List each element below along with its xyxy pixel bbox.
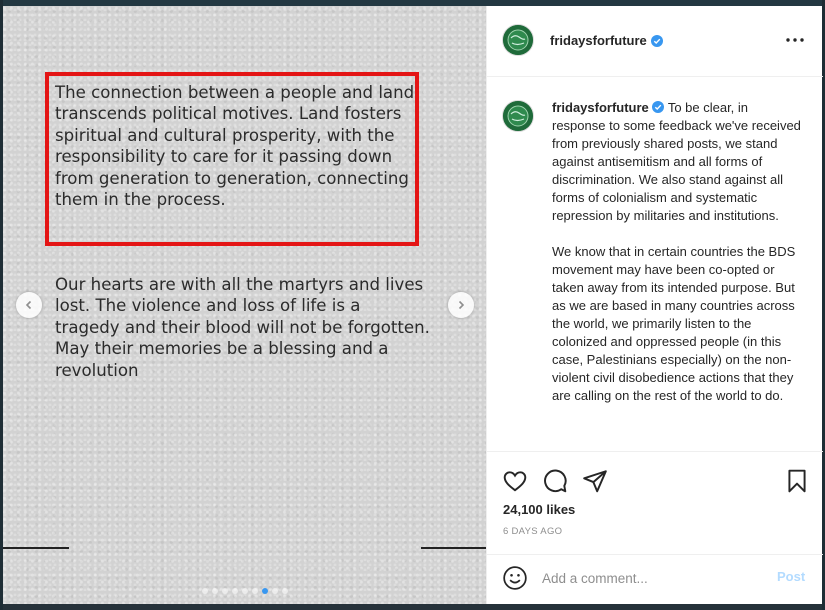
save-button[interactable] bbox=[784, 468, 810, 494]
heart-icon bbox=[503, 471, 527, 492]
caption-paragraph-2: We know that in certain countries the BD… bbox=[552, 244, 796, 403]
comment-input[interactable] bbox=[542, 566, 762, 590]
likes-count[interactable]: 24,100 likes bbox=[503, 502, 575, 517]
post-sidebar: fridaysforfuture fridaysforfuture To be … bbox=[486, 6, 823, 604]
caption-text: fridaysforfuture To be clear, in respons… bbox=[552, 99, 802, 405]
avatar[interactable] bbox=[502, 24, 534, 56]
caption-area: fridaysforfuture To be clear, in respons… bbox=[487, 77, 823, 451]
avatar[interactable] bbox=[502, 100, 534, 132]
more-dots-icon bbox=[786, 38, 804, 42]
backdrop-bottom bbox=[0, 604, 825, 610]
emoji-button[interactable] bbox=[502, 565, 528, 591]
like-button[interactable] bbox=[502, 468, 528, 494]
divider bbox=[487, 554, 823, 555]
bookmark-icon bbox=[788, 469, 806, 493]
chevron-left-icon bbox=[25, 300, 32, 310]
carousel-dot bbox=[261, 588, 268, 594]
slide-paragraph-1: The connection between a people and land… bbox=[55, 83, 415, 210]
post-image: The connection between a people and land… bbox=[3, 6, 486, 604]
post-timestamp[interactable]: 6 DAYS AGO bbox=[503, 526, 562, 537]
caption-username[interactable]: fridaysforfuture bbox=[552, 100, 649, 115]
chevron-right-icon bbox=[458, 300, 465, 310]
carousel-dot bbox=[231, 588, 238, 594]
comment-icon bbox=[544, 469, 567, 493]
globe-logo-icon bbox=[503, 25, 533, 55]
divider bbox=[487, 451, 823, 452]
decorative-line-left bbox=[3, 547, 69, 549]
next-slide-button[interactable] bbox=[448, 292, 474, 318]
verified-badge-icon bbox=[652, 101, 665, 113]
carousel-dot bbox=[251, 588, 258, 594]
carousel-dot bbox=[241, 588, 248, 594]
decorative-line-right bbox=[421, 547, 486, 549]
username-text[interactable]: fridaysforfuture bbox=[550, 33, 647, 48]
share-icon bbox=[583, 470, 607, 493]
globe-logo-icon bbox=[503, 101, 533, 131]
header-username[interactable]: fridaysforfuture bbox=[550, 33, 663, 48]
carousel-dot bbox=[281, 588, 288, 594]
carousel-dot bbox=[211, 588, 218, 594]
more-options-button[interactable] bbox=[783, 30, 807, 50]
carousel-dot bbox=[271, 588, 278, 594]
verified-badge-icon bbox=[650, 34, 663, 47]
carousel-indicator bbox=[3, 588, 486, 594]
carousel-dot bbox=[221, 588, 228, 594]
carousel-dot bbox=[201, 588, 208, 594]
smiley-icon bbox=[503, 566, 527, 590]
slide-paragraph-2: Our hearts are with all the martyrs and … bbox=[55, 275, 430, 380]
share-button[interactable] bbox=[582, 468, 608, 494]
previous-slide-button[interactable] bbox=[16, 292, 42, 318]
post-comment-button[interactable]: Post bbox=[777, 569, 805, 584]
caption-paragraph-1: To be clear, in response to some feedbac… bbox=[552, 100, 801, 223]
comment-button[interactable] bbox=[542, 468, 568, 494]
